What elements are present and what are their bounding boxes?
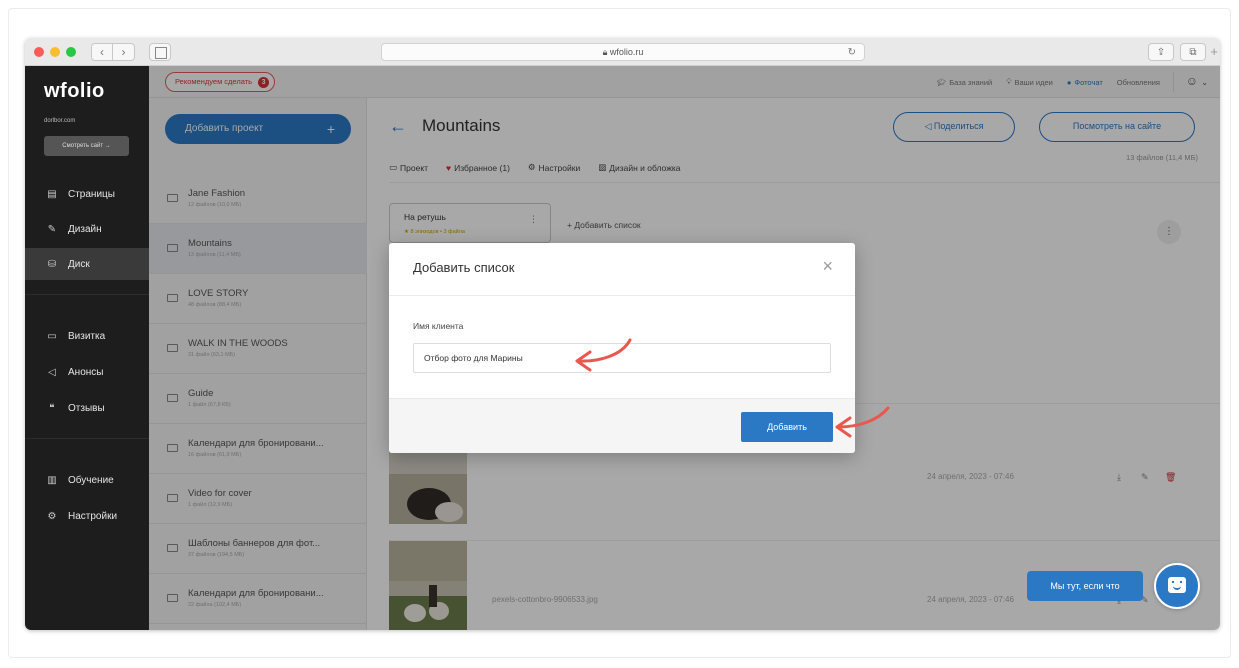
reload-icon[interactable]: ↻ (848, 44, 856, 61)
address-url: wfolio.ru (609, 47, 644, 57)
chat-face-icon (1168, 577, 1186, 593)
browser-forward-button[interactable]: › (113, 43, 135, 61)
address-bar[interactable]: 🔒︎ wfolio.ru ↻ (381, 43, 865, 61)
nav-backdrop (25, 66, 149, 630)
sidebar-toggle-icon[interactable] (149, 43, 171, 61)
lock-icon: 🔒︎ (602, 47, 610, 57)
add-button[interactable]: Добавить (741, 412, 833, 442)
modal-title: Добавить список (413, 260, 515, 275)
new-tab-icon[interactable]: + (1210, 44, 1218, 59)
browser-toolbar: ‹ › 🔒︎ wfolio.ru ↻ ⇪ ⧉ + (25, 38, 1220, 66)
modal-divider (389, 295, 855, 296)
client-name-label: Имя клиента (413, 321, 464, 331)
browser-back-button[interactable]: ‹ (91, 43, 113, 61)
window-controls (34, 47, 76, 57)
close-icon[interactable]: × (822, 257, 833, 275)
maximize-window-button[interactable] (66, 47, 76, 57)
add-list-modal: Добавить список × Имя клиента Добавить (389, 243, 855, 453)
modal-footer: Добавить (389, 398, 855, 453)
minimize-window-button[interactable] (50, 47, 60, 57)
chat-launcher-button[interactable] (1154, 563, 1200, 609)
client-name-input[interactable] (413, 343, 831, 373)
close-window-button[interactable] (34, 47, 44, 57)
chat-prompt-bubble[interactable]: Мы тут, если что (1027, 571, 1143, 601)
share-icon[interactable]: ⇪ (1148, 43, 1174, 61)
tabs-overview-icon[interactable]: ⧉ (1180, 43, 1206, 61)
